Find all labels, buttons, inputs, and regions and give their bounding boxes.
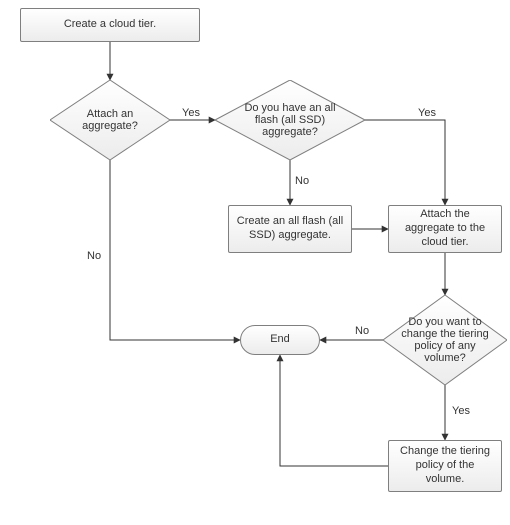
step-label: Attach the aggregate to the cloud tier. [395, 208, 495, 249]
step-attach-aggregate: Attach the aggregate to the cloud tier. [388, 205, 502, 253]
step-change-tiering-policy: Change the tiering policy of the volume. [388, 440, 502, 492]
terminator-end: End [240, 325, 320, 355]
step-create-cloud-tier: Create a cloud tier. [20, 8, 200, 42]
step-label: Change the tiering policy of the volume. [395, 445, 495, 486]
terminator-label: End [270, 333, 290, 347]
edge-label-no: No [87, 250, 101, 262]
edge-label-yes: Yes [418, 107, 436, 119]
edge-label-yes: Yes [452, 405, 470, 417]
step-label: Create an all flash (all SSD) aggregate. [235, 215, 345, 243]
decision-label: Do you have an all flash (all SSD) aggre… [233, 102, 347, 138]
decision-label: Do you want to change the tiering policy… [397, 316, 493, 364]
decision-label: Attach an aggregate? [68, 108, 152, 132]
decision-have-all-flash: Do you have an all flash (all SSD) aggre… [215, 80, 365, 160]
step-create-all-flash: Create an all flash (all SSD) aggregate. [228, 205, 352, 253]
edge-label-yes: Yes [182, 107, 200, 119]
decision-change-tiering: Do you want to change the tiering policy… [383, 295, 507, 385]
edge-label-no: No [355, 325, 369, 337]
edge-label-no: No [295, 175, 309, 187]
step-label: Create a cloud tier. [64, 18, 156, 32]
decision-attach-aggregate: Attach an aggregate? [50, 80, 170, 160]
